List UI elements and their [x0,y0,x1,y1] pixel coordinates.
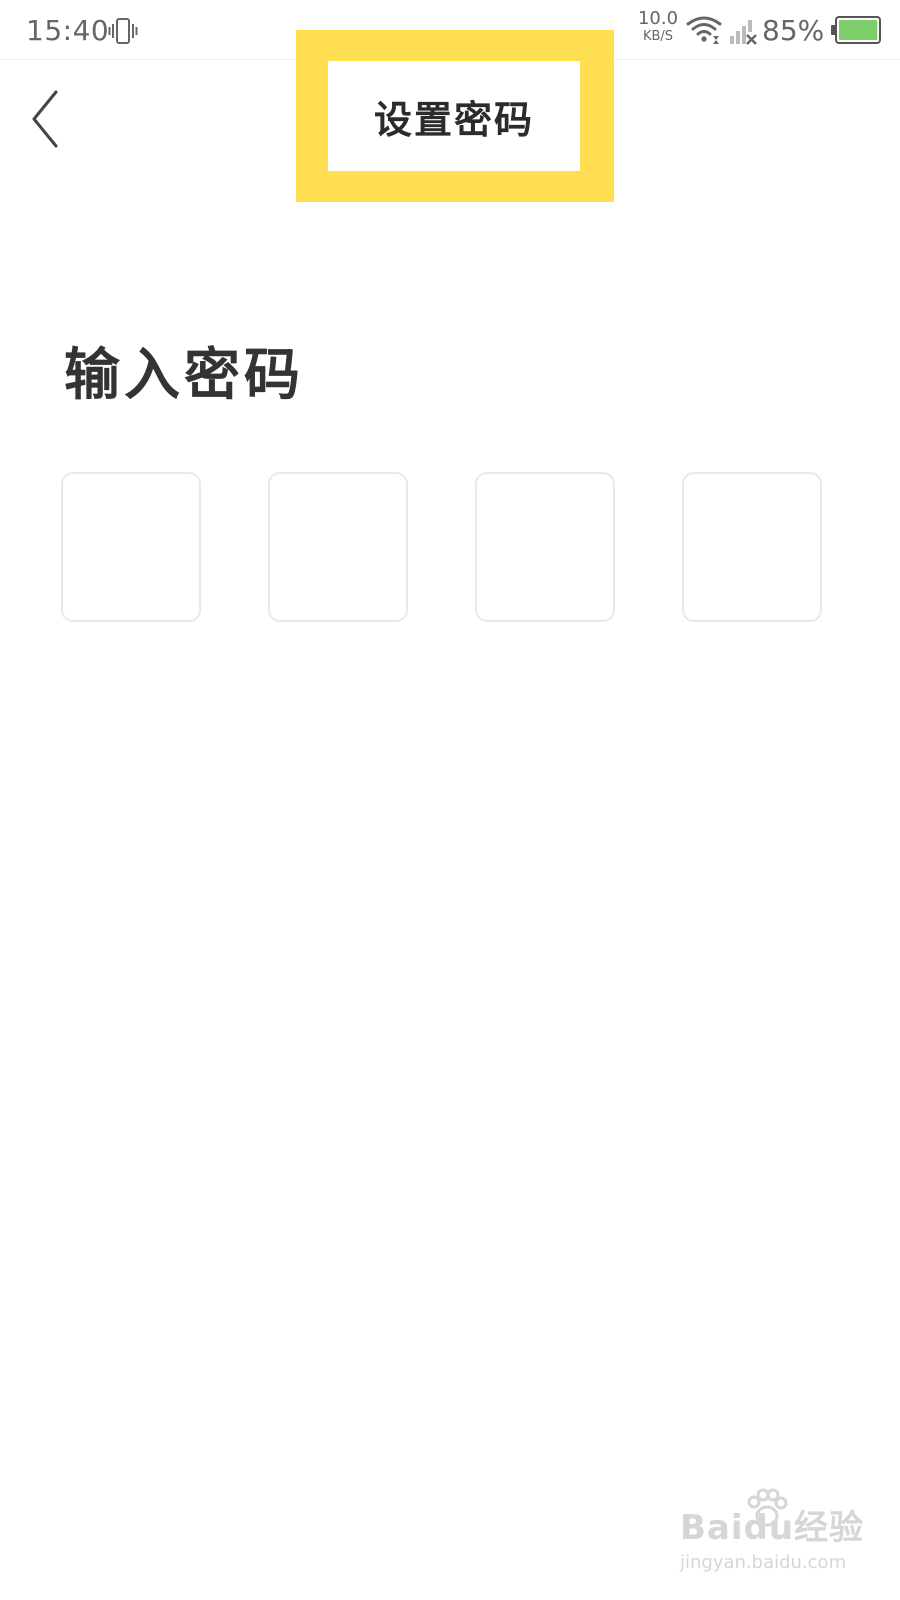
pin-box-4[interactable] [682,472,822,622]
pin-box-2[interactable] [268,472,408,622]
battery-percentage: 85% [762,14,825,47]
network-speed-unit: KB/S [642,29,674,44]
title-highlight-annotation: 设置密码 [296,30,614,202]
status-time: 15:40 [26,14,110,47]
wifi-icon [686,16,722,44]
pin-input-row[interactable] [61,472,839,624]
watermark-logo: Baidu经验 [680,1508,865,1548]
back-button[interactable] [24,86,68,152]
pin-box-1[interactable] [61,472,201,622]
password-heading: 输入密码 [64,342,304,408]
pin-box-3[interactable] [475,472,615,622]
network-speed-value: 10.0 [637,8,679,29]
title-container: 设置密码 [328,61,580,171]
header: 设置密码 [0,30,900,202]
network-speed: 10.0 KB/S [636,8,680,44]
vibrate-icon [108,18,138,44]
chevron-left-icon [32,90,58,148]
baidu-jingyan-watermark: Baidu经验 jingyan.baidu.com [680,1488,880,1590]
screen: 15:40 10.0 KB/S 85% 设置密码 输入密码 Baidu经验 ji… [0,0,900,1600]
watermark-url: jingyan.baidu.com [680,1552,847,1573]
page-title: 设置密码 [373,96,534,142]
signal-no-service-icon [730,20,757,45]
battery-icon [831,16,881,44]
